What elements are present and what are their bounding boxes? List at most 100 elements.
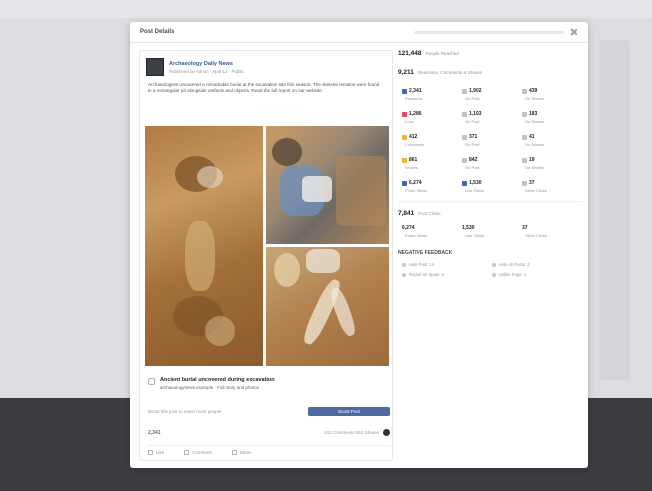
link-icon (148, 378, 155, 385)
link-subtitle: archaeologynews.example · Full story and… (160, 385, 260, 390)
stat-cell: 1,530 Link Clicks (462, 180, 522, 193)
reach-value: 121,448 (398, 50, 422, 57)
feedback-dot-icon (492, 272, 496, 277)
engagement-label: Reactions, Comments & Shares (417, 70, 482, 75)
stat-icon (402, 88, 407, 94)
photo-burial-skeleton[interactable] (145, 126, 263, 366)
stat-cell-top: 183 (522, 111, 582, 117)
stat-value: 183 (529, 111, 538, 117)
stat-icon (402, 180, 407, 186)
stat-label: Love (405, 119, 414, 124)
stat-cell-top: 19 (522, 157, 582, 163)
click-label: Photo Views (405, 233, 428, 238)
stat-cell: 183 On Shares (522, 111, 582, 124)
click-value: 1,530 (462, 225, 475, 231)
post-header: Archaeology Daily News Published by Admi… (140, 51, 392, 76)
stat-cell-top: 1,103 (462, 111, 522, 117)
stat-icon (522, 88, 527, 94)
modal-header-right (414, 28, 578, 36)
negative-feedback-item: Hide All Posts: 3 (492, 262, 582, 267)
post-meta: Published by Admin · April 12 · Public (169, 69, 244, 74)
stat-cell: 842 On Post (462, 157, 522, 170)
stat-label: Photo Views (405, 188, 428, 193)
header-placeholder (414, 30, 564, 34)
click-value: 6,274 (402, 225, 415, 231)
stat-icon (402, 157, 407, 163)
like-icon (148, 450, 153, 455)
photo-grid[interactable] (145, 126, 389, 366)
negative-feedback-label: Unlike Page: 1 (499, 272, 527, 277)
engagement-value: 9,211 (398, 69, 414, 76)
link-preview[interactable]: Ancient burial uncovered during excavati… (148, 377, 275, 390)
stat-icon (462, 111, 467, 117)
click-label: Other Clicks (525, 233, 547, 238)
stat-label: On Shares (525, 142, 545, 147)
boost-post-button[interactable]: Boost Post (308, 407, 390, 416)
post-preview: Archaeology Daily News Published by Admi… (139, 50, 393, 461)
page-avatar[interactable] (146, 58, 164, 76)
like-label: Like (156, 450, 165, 455)
stat-cell: 439 On Shares (522, 88, 582, 101)
page-name-link[interactable]: Archaeology Daily News (169, 61, 244, 67)
page-top-bar (0, 0, 652, 18)
stat-cell-top: 6,274 (402, 180, 462, 186)
stat-cell-top: 1,286 (402, 111, 462, 117)
comment-button[interactable]: Comment (184, 450, 212, 455)
reach-label: People Reached (425, 51, 459, 56)
stat-cell: 1,103 On Post (462, 111, 522, 124)
stat-icon (462, 180, 467, 186)
insights-panel: 121,448 People Reached 9,211 Reactions, … (398, 48, 582, 277)
boost-row: Boost this post to reach more people Boo… (148, 407, 390, 416)
click-label: Link Clicks (465, 233, 485, 238)
photo-excavation-worker[interactable] (266, 126, 389, 244)
share-button[interactable]: Share (231, 450, 252, 455)
negative-feedback-label: Hide Post: 14 (409, 262, 435, 267)
engagement-grid: 2,341 Reactions 1,902 On Post 439 On Shares 1,… (398, 88, 582, 193)
feedback-dot-icon (402, 272, 406, 277)
stat-cell: 19 On Shares (522, 157, 582, 170)
stat-cell: 2,341 Reactions (402, 88, 462, 101)
clicks-stat: 7,841 Post Clicks (398, 210, 582, 217)
reach-stat: 121,448 People Reached (398, 50, 582, 57)
post-details-modal: Post Details Archaeology Daily News Publ… (130, 22, 588, 468)
stat-icon (522, 111, 527, 117)
stat-value: 37 (529, 180, 535, 186)
stat-value: 439 (529, 88, 538, 94)
negative-feedback-item: Report as Spam: 0 (402, 272, 492, 277)
like-button[interactable]: Like (148, 450, 164, 455)
stat-label: Reactions (405, 96, 423, 101)
negative-feedback-label: Hide All Posts: 3 (499, 262, 530, 267)
stat-value: 1,530 (469, 180, 482, 186)
reaction-count[interactable]: 2,341 (148, 430, 161, 436)
close-icon[interactable] (570, 28, 578, 36)
stat-label: On Post (465, 142, 480, 147)
negative-feedback-grid: Hide Post: 14 Hide All Posts: 3 Report as … (398, 262, 582, 277)
comment-label: Comment (192, 450, 212, 455)
click-cell: 6,274 Photo Views (402, 225, 462, 238)
stat-cell-top: 842 (462, 157, 522, 163)
stat-cell-top: 2,341 (402, 88, 462, 94)
reactions-right: 412 Comments 861 Shares (324, 429, 390, 436)
click-value: 37 (522, 225, 528, 231)
share-icon (231, 450, 237, 455)
stat-label: On Post (465, 165, 480, 170)
link-title[interactable]: Ancient burial uncovered during excavati… (160, 377, 275, 383)
photo-skeleton-closeup[interactable] (266, 247, 389, 366)
stat-icon (522, 180, 527, 186)
page-profile-icon[interactable] (383, 429, 390, 436)
stat-cell: 412 Comments (402, 134, 462, 147)
stat-cell-top: 861 (402, 157, 462, 163)
stat-label: Other Clicks (525, 188, 547, 193)
stat-cell-top: 37 (522, 180, 582, 186)
page-right-column (600, 40, 630, 380)
stat-value: 6,274 (409, 180, 422, 186)
clicks-label: Post Clicks (418, 211, 441, 216)
stat-value: 2,341 (409, 88, 422, 94)
stat-label: On Post (465, 96, 480, 101)
stat-icon (462, 157, 467, 163)
modal-header: Post Details (130, 22, 588, 43)
comments-shares-count[interactable]: 412 Comments 861 Shares (324, 430, 379, 435)
stat-label: On Shares (525, 165, 545, 170)
stat-cell: 37 Other Clicks (522, 180, 582, 193)
clicks-value: 7,841 (398, 210, 415, 217)
